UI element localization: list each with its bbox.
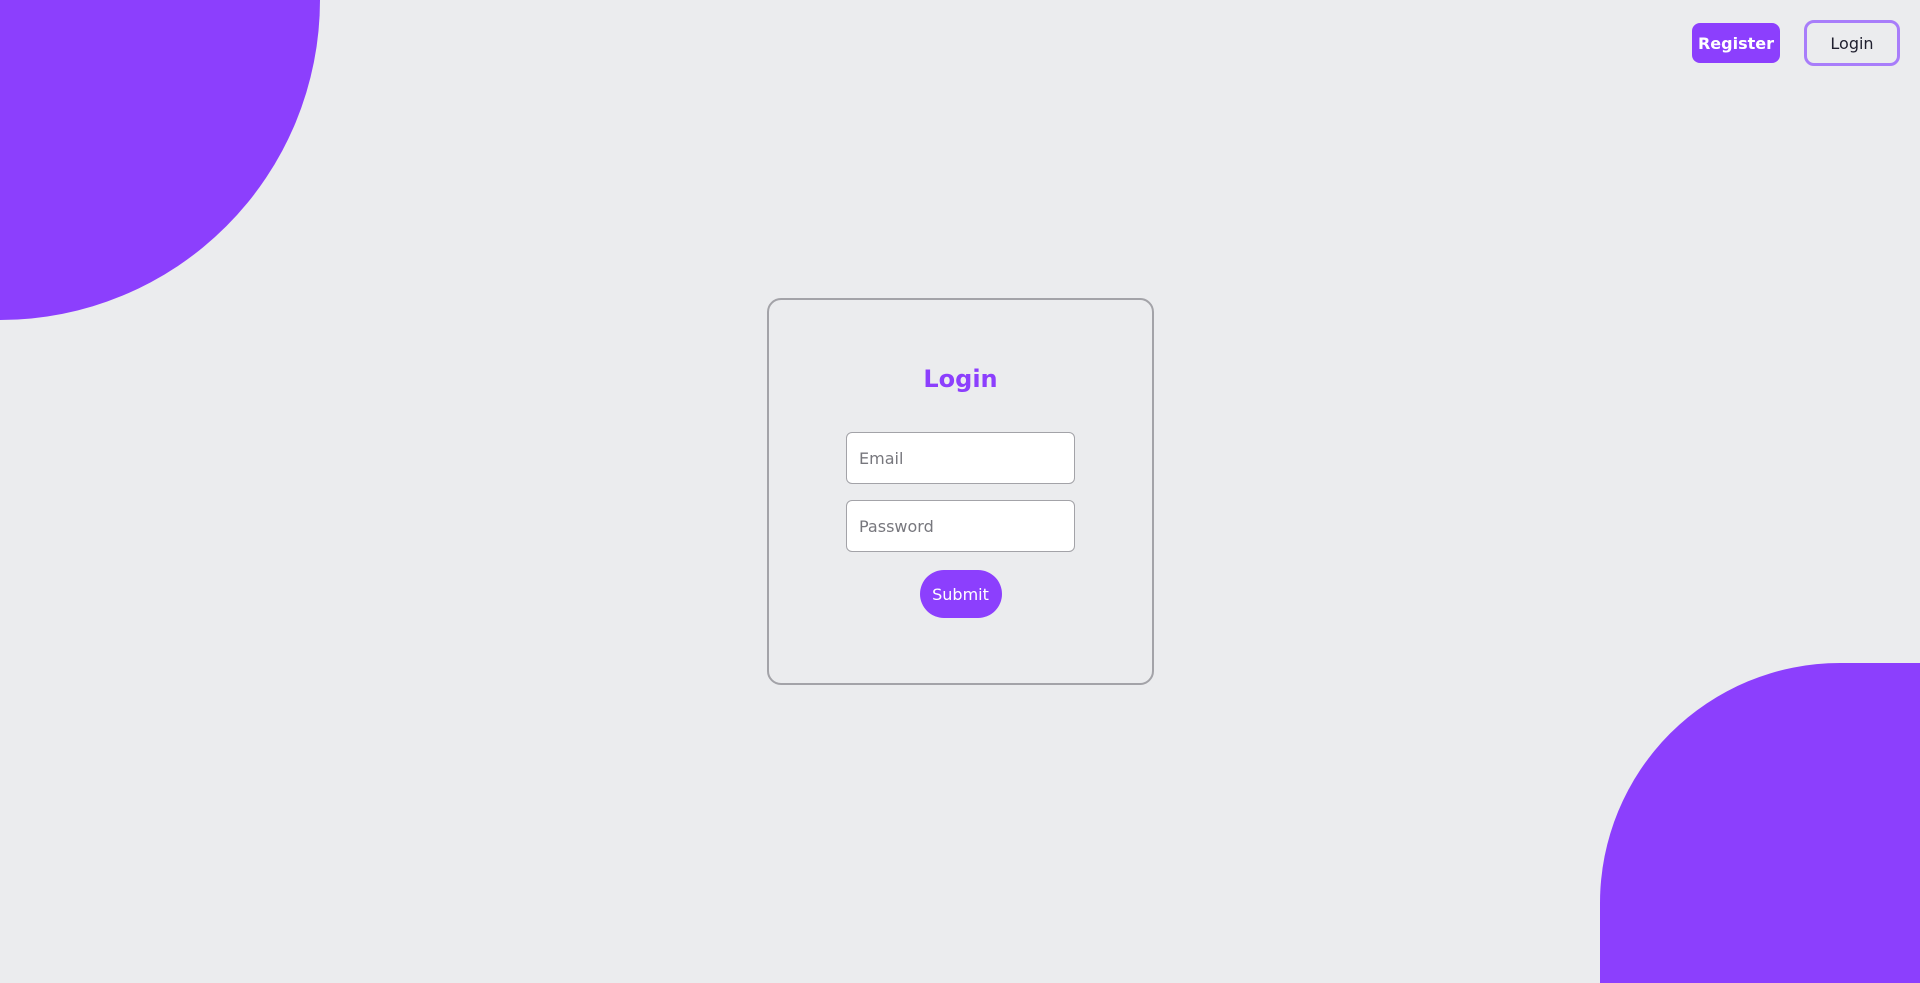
register-button[interactable]: Register	[1692, 23, 1780, 63]
login-card: Login Submit	[767, 298, 1154, 685]
submit-button[interactable]: Submit	[919, 570, 1002, 618]
decorative-blob-top-left	[0, 0, 320, 320]
password-input[interactable]	[846, 500, 1075, 552]
login-nav-button[interactable]: Login	[1804, 20, 1900, 66]
decorative-blob-bottom-right	[1600, 663, 1920, 983]
header-nav: Register Login	[1692, 20, 1900, 66]
email-input[interactable]	[846, 432, 1075, 484]
login-title: Login	[923, 365, 998, 393]
